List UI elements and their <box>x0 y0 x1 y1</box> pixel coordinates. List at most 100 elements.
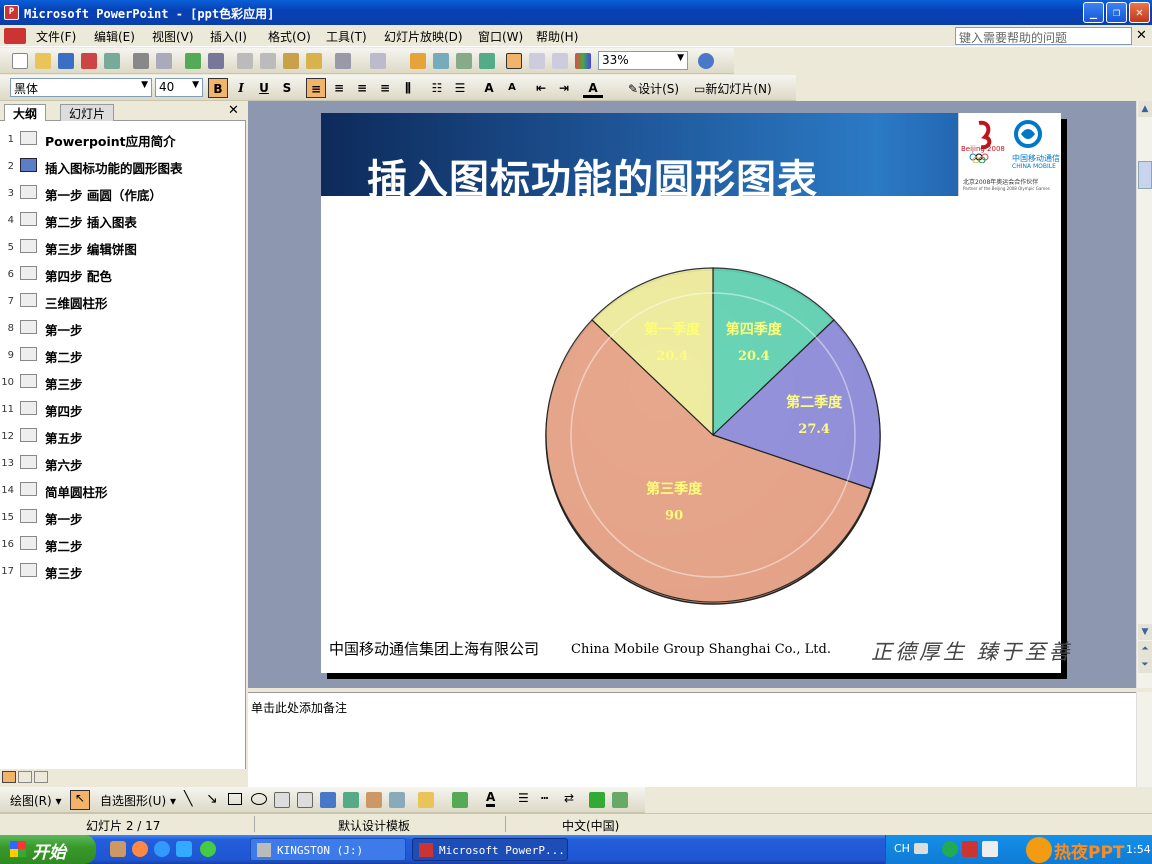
format-painter-icon[interactable] <box>306 53 322 69</box>
outline-item-label[interactable]: 插入图标功能的圆形图表 <box>45 158 183 177</box>
shadow-style-icon[interactable] <box>589 792 605 808</box>
notes-scrollbar[interactable] <box>1136 692 1152 787</box>
slideshow-icon[interactable] <box>34 771 48 783</box>
task-kingston[interactable]: KINGSTON (J:) <box>250 838 406 861</box>
notes-placeholder[interactable]: 单击此处添加备注 <box>251 699 347 716</box>
slide-thumbnail-icon[interactable] <box>20 563 37 577</box>
outline-item[interactable]: 5 第三步 编辑饼图 <box>0 235 246 261</box>
scroll-thumb[interactable] <box>1138 161 1152 189</box>
shadow-button[interactable]: S <box>277 78 297 98</box>
slide-thumbnail-icon[interactable] <box>20 401 37 415</box>
outline-item-label[interactable]: 第一步 画圆（作底） <box>45 185 162 204</box>
show-formatting-icon[interactable] <box>529 53 545 69</box>
new-icon[interactable] <box>12 53 28 69</box>
rectangle-tool-icon[interactable] <box>228 793 242 805</box>
outline-item[interactable]: 7 三维圆柱形 <box>0 289 246 315</box>
scroll-up-icon[interactable]: ▲ <box>1138 101 1152 117</box>
insert-chart-icon[interactable] <box>410 53 426 69</box>
menu-tools[interactable]: 工具(T) <box>326 28 367 45</box>
zoom-select[interactable]: 33% ▼ <box>598 51 688 70</box>
cut-icon[interactable] <box>237 53 253 69</box>
outline-item[interactable]: 1 Powerpoint应用简介 <box>0 127 246 153</box>
save-icon[interactable] <box>58 53 74 69</box>
new-slide-button[interactable]: ▭新幻灯片(N) <box>694 80 772 97</box>
clipart-icon[interactable] <box>366 792 382 808</box>
tray-icon[interactable] <box>962 841 978 857</box>
menu-slideshow[interactable]: 幻灯片放映(D) <box>384 28 463 45</box>
notes-pane[interactable]: 单击此处添加备注 <box>248 692 1138 787</box>
fill-color-icon[interactable] <box>418 792 434 808</box>
help-icon[interactable] <box>698 53 714 69</box>
copy-icon[interactable] <box>260 53 276 69</box>
color-grayscale-icon[interactable] <box>575 53 591 69</box>
textbox-tool-icon[interactable] <box>274 792 290 808</box>
outline-item[interactable]: 9 第二步 <box>0 343 246 369</box>
slide-thumbnail-icon[interactable] <box>20 212 37 226</box>
outline-item-label[interactable]: 第四步 配色 <box>45 266 112 285</box>
open-icon[interactable] <box>35 53 51 69</box>
slide-thumbnail-icon[interactable] <box>20 185 37 199</box>
slide-vertical-scrollbar[interactable]: ▲ ▼ ⏶ ⏷ <box>1136 101 1152 688</box>
menu-view[interactable]: 视图(V) <box>152 28 194 45</box>
outline-item-label[interactable]: 第二步 <box>45 347 83 366</box>
outline-item-label[interactable]: 第二步 插入图表 <box>45 212 137 231</box>
increase-indent-button[interactable]: ⇥ <box>554 78 574 98</box>
3d-style-icon[interactable] <box>612 792 628 808</box>
outline-item-label[interactable]: 第三步 <box>45 374 83 393</box>
oval-tool-icon[interactable] <box>251 793 267 805</box>
outline-item-label[interactable]: 第一步 <box>45 320 83 339</box>
outline-item[interactable]: 12 第五步 <box>0 424 246 450</box>
permission-icon[interactable] <box>81 53 97 69</box>
vertical-textbox-icon[interactable] <box>297 792 313 808</box>
outline-item-label[interactable]: 三维圆柱形 <box>45 293 108 312</box>
slide-thumbnail-icon[interactable] <box>20 347 37 361</box>
line-color-icon[interactable] <box>452 792 468 808</box>
autoshapes-button[interactable]: 自选图形(U) ▾ <box>100 792 176 809</box>
outline-item-label[interactable]: 第一步 <box>45 509 83 528</box>
slide-thumbnail-icon[interactable] <box>20 131 37 145</box>
print-icon[interactable] <box>133 53 149 69</box>
underline-button[interactable]: U <box>254 78 274 98</box>
restore-button[interactable]: ❐ <box>1106 2 1127 23</box>
slide-thumbnail-icon[interactable] <box>20 482 37 496</box>
slide-sorter-icon[interactable] <box>18 771 32 783</box>
powerpoint-app-icon[interactable]: P <box>4 5 19 20</box>
picture-icon[interactable] <box>389 792 405 808</box>
justify-button[interactable]: ≡ <box>375 78 395 98</box>
menu-file[interactable]: 文件(F) <box>36 28 76 45</box>
research-icon[interactable] <box>208 53 224 69</box>
outline-item[interactable]: 6 第四步 配色 <box>0 262 246 288</box>
slide-thumbnail-icon[interactable] <box>20 536 37 550</box>
outline-item-label[interactable]: 第三步 <box>45 563 83 582</box>
align-right-button[interactable]: ≡ <box>352 78 372 98</box>
menu-window[interactable]: 窗口(W) <box>478 28 523 45</box>
show-grid-icon[interactable] <box>552 53 568 69</box>
outline-item[interactable]: 16 第二步 <box>0 532 246 558</box>
tab-slides[interactable]: 幻灯片 <box>60 104 115 121</box>
increase-font-button[interactable]: A <box>479 78 499 98</box>
menu-help[interactable]: 帮助(H) <box>536 28 578 45</box>
design-button[interactable]: ✎设计(S) <box>628 80 679 97</box>
italic-button[interactable]: I <box>231 78 251 98</box>
text-direction-button[interactable]: ⫼ <box>398 78 418 98</box>
slide-thumbnail-icon[interactable] <box>20 320 37 334</box>
decrease-font-button[interactable]: A <box>502 78 522 98</box>
slide-thumbnail-icon[interactable] <box>20 455 37 469</box>
outline-item[interactable]: 4 第二步 插入图表 <box>0 208 246 234</box>
scroll-down-icon[interactable]: ▼ <box>1138 624 1152 640</box>
outline-item[interactable]: 13 第六步 <box>0 451 246 477</box>
outline-item-label[interactable]: 第二步 <box>45 536 83 555</box>
bullets-button[interactable]: ☰ <box>450 78 470 98</box>
slide-thumbnail-icon[interactable] <box>20 158 37 172</box>
keyboard-icon[interactable] <box>914 843 928 854</box>
tab-outline[interactable]: 大纲 <box>4 104 47 121</box>
previous-slide-icon[interactable]: ⏶ <box>1138 641 1152 657</box>
outline-item[interactable]: 3 第一步 画圆（作底） <box>0 181 246 207</box>
bold-button[interactable]: B <box>208 78 228 98</box>
paste-icon[interactable] <box>283 53 299 69</box>
arrow-style-icon[interactable]: ⇄ <box>564 791 574 805</box>
close-document-icon[interactable]: ✕ <box>1136 28 1147 43</box>
slide-thumbnail-icon[interactable] <box>20 293 37 307</box>
normal-view-icon[interactable] <box>2 771 16 783</box>
close-button[interactable]: ✕ <box>1129 2 1150 23</box>
